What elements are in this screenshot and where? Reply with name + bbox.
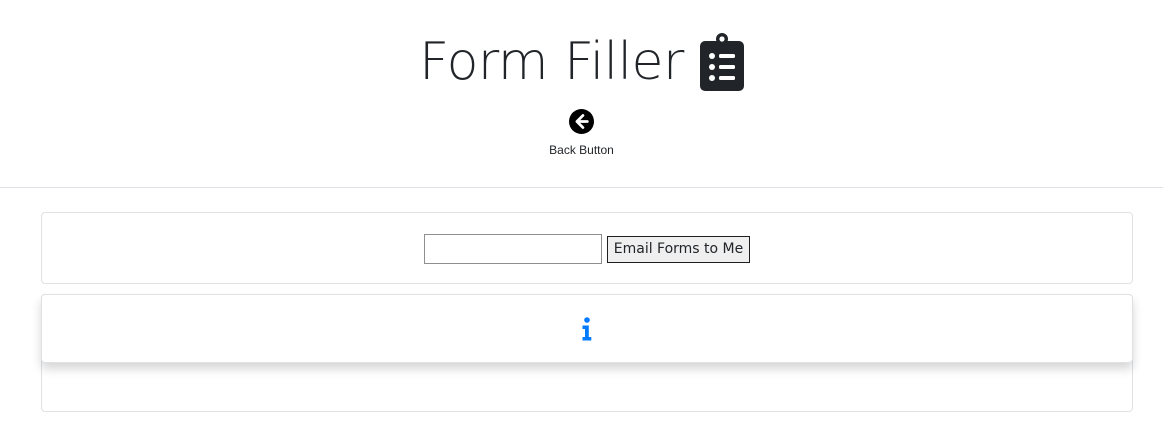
info-panel[interactable] — [41, 294, 1133, 363]
back-button-label[interactable]: Back Button — [549, 143, 614, 157]
title-row: Form Filler — [0, 30, 1163, 94]
email-input[interactable] — [423, 234, 602, 264]
email-forms-card: Email Forms to Me — [41, 212, 1133, 284]
email-form: Email Forms to Me — [42, 234, 1132, 264]
page-title: Form Filler — [419, 32, 684, 92]
clipboard-list-icon — [699, 33, 744, 91]
arrow-circle-left-icon[interactable] — [569, 109, 594, 134]
back-button[interactable]: Back Button — [0, 109, 1163, 157]
page-header: Form Filler Back Button — [0, 0, 1163, 188]
info-icon[interactable] — [582, 316, 592, 341]
email-forms-button[interactable]: Email Forms to Me — [606, 235, 751, 263]
